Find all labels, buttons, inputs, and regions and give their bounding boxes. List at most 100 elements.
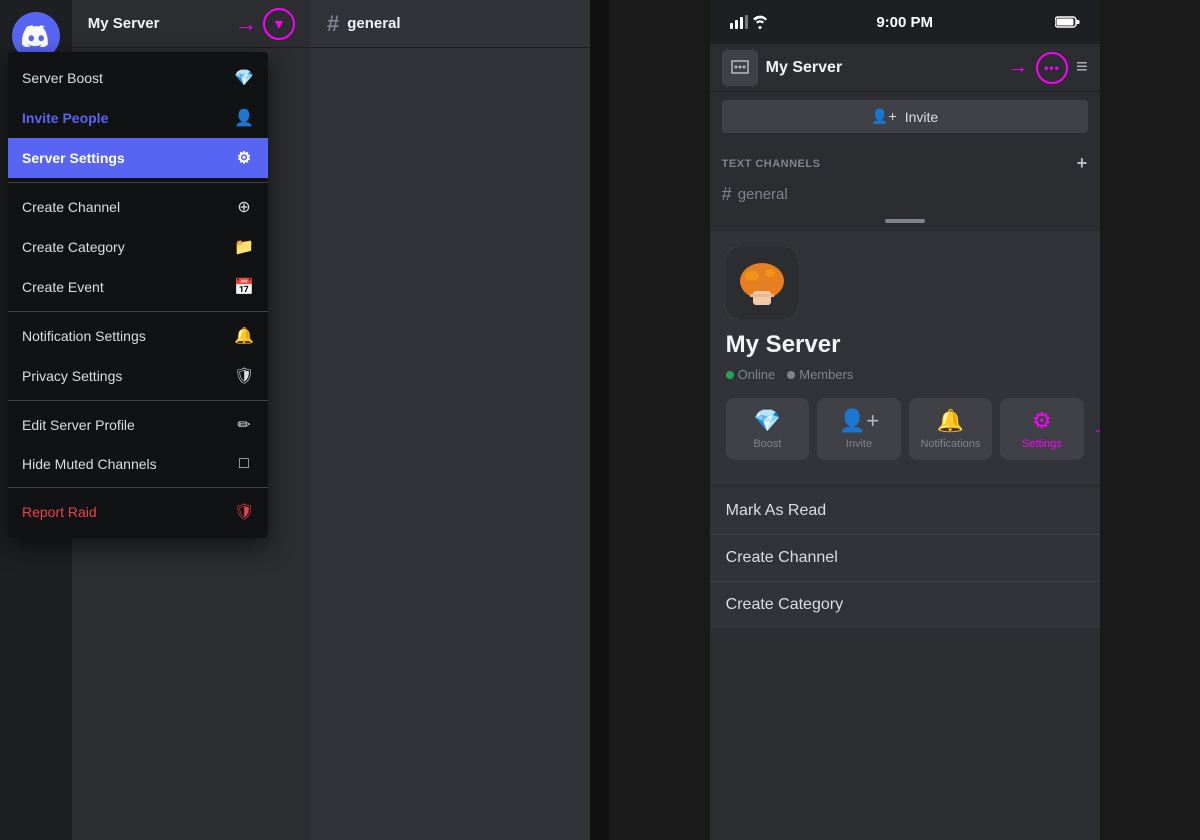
mobile-more-button[interactable]: ••• [1036,52,1068,84]
settings-action-button[interactable]: ⚙ Settings [1000,398,1084,460]
text-channels-label: TEXT CHANNELS [722,158,821,170]
mobile-pink-arrow: → [1008,56,1028,79]
text-channels-section-header: TEXT CHANNELS + [710,141,1100,178]
server-avatar-large [726,247,798,319]
notifications-action-button[interactable]: 🔔 Notifications [909,398,993,460]
report-icon: 🛡 [234,502,254,522]
mobile-menu-create-channel[interactable]: Create Channel [710,535,1100,582]
menu-item-create-channel[interactable]: Create Channel ⊕ [8,187,268,227]
channel-hash-mobile: # [722,184,732,205]
privacy-icon: 🛡 [234,366,254,386]
server-header[interactable]: My Server → ▾ [72,0,311,48]
channel-name: general [347,15,400,32]
menu-item-server-boost[interactable]: Server Boost 💎 [8,58,268,98]
menu-item-hide-muted-channels[interactable]: Hide Muted Channels □ [8,445,268,483]
server-title-large: My Server [726,331,1084,359]
context-menu: Server Boost 💎 Invite People 👤 Server Se… [8,52,268,538]
create-event-icon: 📅 [234,277,254,297]
members-dot [787,371,795,379]
menu-item-label: Create Channel [22,199,120,215]
channel-hash-icon: # [327,11,339,37]
boost-action-icon: 💎 [754,408,781,434]
desktop-section: + My Server → ▾ Server Boost 💎 Invite Pe… [0,0,590,840]
server-dropdown-button[interactable]: ▾ [263,8,295,40]
channel-name-mobile: general [738,186,788,203]
menu-item-server-settings[interactable]: Server Settings ⚙ [8,138,268,178]
notification-icon: 🔔 [234,326,254,346]
members-label: Members [799,367,853,382]
mobile-invite-button[interactable]: 👤+ Invite [722,100,1088,133]
boost-icon: 💎 [234,68,254,88]
settings-action-label: Settings [1022,438,1062,450]
wifi-icon [752,15,768,29]
hide-icon: □ [234,455,254,473]
battery-icon [1055,15,1080,29]
menu-item-create-category[interactable]: Create Category 📁 [8,227,268,267]
signal-indicators [730,15,768,29]
menu-item-notification-settings[interactable]: Notification Settings 🔔 [8,316,268,356]
settings-action-icon: ⚙ [1032,408,1052,434]
settings-icon: ⚙ [234,148,254,168]
invite-action-button[interactable]: 👤+ Invite [817,398,901,460]
mobile-server-name: My Server [766,59,1000,77]
menu-separator-4 [8,487,268,488]
notifications-action-icon: 🔔 [937,408,964,434]
online-stat: Online [726,367,776,382]
battery-indicators [1055,15,1080,29]
channel-header: # general [311,0,590,48]
section-divider [590,0,609,840]
mobile-menu-mark-as-read[interactable]: Mark As Read [710,488,1100,535]
members-stat: Members [787,367,853,382]
menu-item-invite-people[interactable]: Invite People 👤 [8,98,268,138]
more-dots-icon: ••• [1044,61,1060,75]
mobile-channel-general[interactable]: # general [710,178,1100,211]
settings-arrow-icon: → [1092,418,1100,441]
menu-item-label: Hide Muted Channels [22,456,157,472]
back-chat-icon[interactable] [722,50,758,86]
mobile-menu-list: Mark As Read Create Channel Create Categ… [710,488,1100,628]
channel-area: # general [311,0,590,840]
mobile-status-bar: 9:00 PM [710,0,1100,44]
menu-item-label: Edit Server Profile [22,417,135,433]
menu-separator-2 [8,311,268,312]
invite-icon: 👤 [234,108,254,128]
chevron-down-icon: ▾ [275,14,283,34]
boost-action-button[interactable]: 💎 Boost [726,398,810,460]
menu-item-label: Invite People [22,110,108,126]
menu-item-report-raid[interactable]: Report Raid 🛡 [8,492,268,532]
mobile-content: 👤+ Invite TEXT CHANNELS + # general [710,92,1100,840]
action-row: 💎 Boost 👤+ Invite 🔔 Notifications ⚙ Sett… [726,398,1084,460]
invite-label: Invite [905,109,938,125]
server-name: My Server [88,15,235,32]
menu-item-create-event[interactable]: Create Event 📅 [8,267,268,307]
boost-action-label: Boost [753,438,781,450]
create-category-label: Create Category [726,596,843,613]
menu-item-label: Privacy Settings [22,368,122,384]
add-channel-icon: ⊕ [234,197,254,217]
invite-action-label: Invite [846,438,872,450]
create-channel-label: Create Channel [726,549,838,566]
menu-item-edit-server-profile[interactable]: Edit Server Profile ✏ [8,405,268,445]
pink-arrow-icon: → [235,11,257,37]
edit-icon: ✏ [234,415,254,435]
menu-item-privacy-settings[interactable]: Privacy Settings 🛡 [8,356,268,396]
create-category-icon: 📁 [234,237,254,257]
menu-item-label: Report Raid [22,504,97,520]
online-dot [726,371,734,379]
status-time: 9:00 PM [876,14,933,31]
menu-item-label: Create Category [22,239,125,255]
signal-icon [730,15,748,29]
mobile-phone: 9:00 PM My Server → [710,0,1100,840]
invite-action-icon: 👤+ [839,408,879,434]
hamburger-menu-icon[interactable]: ≡ [1076,56,1088,79]
menu-item-label: Server Settings [22,150,125,166]
invite-person-icon: 👤+ [871,108,897,125]
menu-separator-1 [8,182,268,183]
menu-item-label: Server Boost [22,70,103,86]
menu-item-label: Create Event [22,279,104,295]
mark-as-read-label: Mark As Read [726,502,826,519]
mobile-menu-create-category[interactable]: Create Category [710,582,1100,628]
add-channel-button[interactable]: + [1077,153,1088,174]
online-label: Online [738,367,776,382]
menu-separator-3 [8,400,268,401]
